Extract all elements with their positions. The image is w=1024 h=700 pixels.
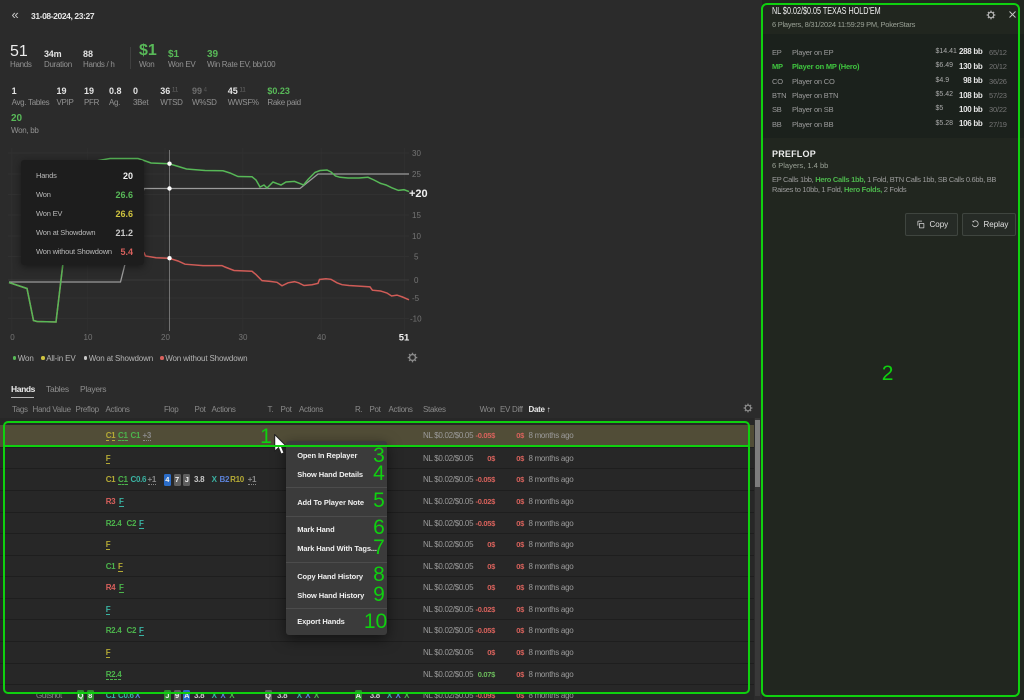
svg-text:0: 0 [414, 276, 419, 285]
svg-text:30: 30 [239, 333, 248, 342]
svg-text:10: 10 [412, 232, 421, 241]
svg-text:25: 25 [412, 170, 421, 179]
svg-text:40: 40 [317, 333, 326, 342]
svg-text:15: 15 [412, 211, 421, 220]
svg-text:51: 51 [399, 333, 410, 344]
svg-text:30: 30 [412, 149, 421, 158]
svg-text:5: 5 [414, 253, 419, 262]
svg-text:+20: +20 [409, 188, 428, 200]
svg-text:0: 0 [10, 333, 15, 342]
svg-text:10: 10 [84, 333, 93, 342]
svg-text:20: 20 [161, 333, 170, 342]
svg-text:-10: -10 [410, 315, 422, 324]
svg-text:-5: -5 [412, 294, 420, 303]
